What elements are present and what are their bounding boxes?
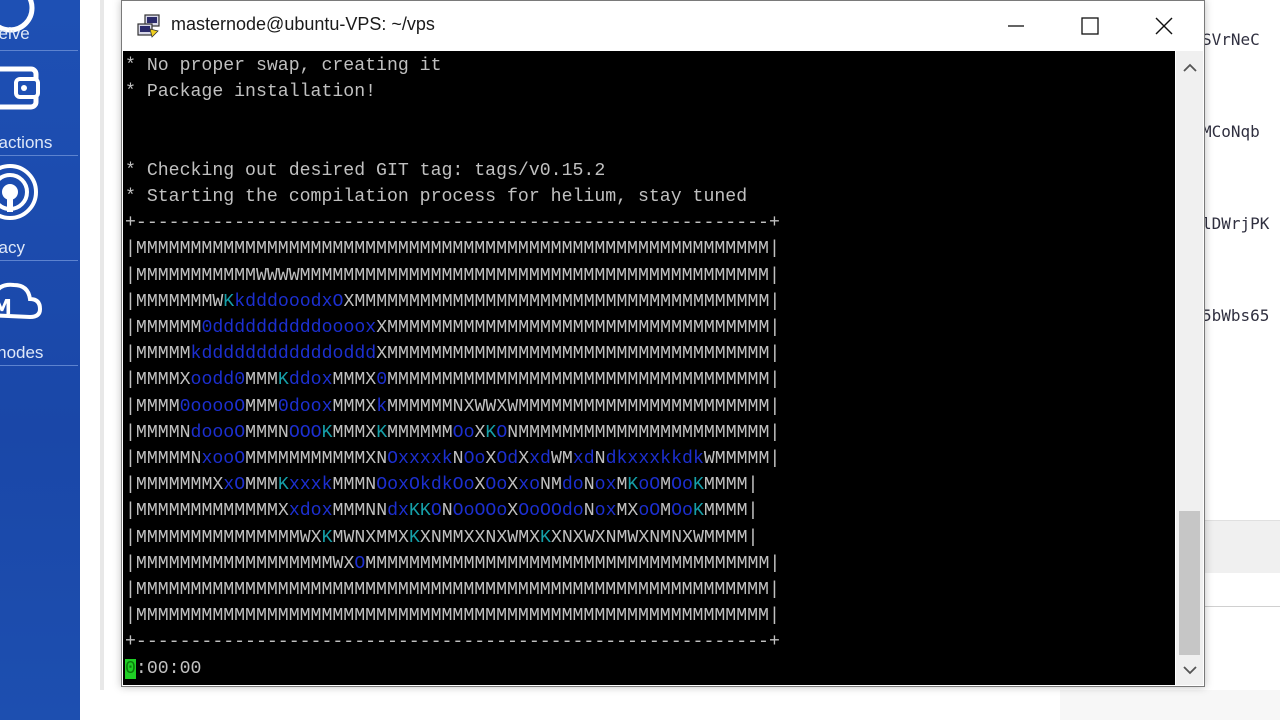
minimize-icon — [1008, 25, 1024, 27]
terminal-line: |MMMMMMMMMMMWWWWMMMMMMMMMMMMMMMMMMMMMMMM… — [125, 265, 780, 286]
sidebar-item-label: ernodes — [0, 343, 44, 362]
scroll-up-button[interactable] — [1176, 55, 1203, 81]
terminal-line: |MMMMXoodd0MMMKddoxMMMX0MMMMMMMMMMMMMMMM… — [125, 370, 781, 391]
scroll-thumb[interactable] — [1179, 511, 1200, 655]
terminal-line: |MMMMMMMMMMMMMMMMMMMMMMMMMMMMMMMMMMMMMMM… — [125, 239, 780, 260]
terminal-line: |MMMMMkddddddddddddodddXMMMMMMMMMMMMMMMM… — [125, 344, 781, 365]
wallet-sidebar: ceive sactions vacy M ernodes — [0, 0, 80, 720]
window-title: masternode@ubuntu-VPS: ~/vps — [171, 14, 435, 34]
masternodes-icon: M — [0, 282, 42, 320]
vertical-scrollbar[interactable] — [1176, 51, 1203, 685]
terminal-line: |MMMMMMMMMMMMMMMMMMMMMMMMMMMMMMMMMMMMMMM… — [125, 580, 780, 600]
sidebar-item-label: vacy — [0, 238, 25, 257]
sidebar-item-label: sactions — [0, 133, 53, 152]
privacy-icon — [0, 164, 38, 220]
maximize-button[interactable] — [1053, 1, 1127, 51]
svg-text:M: M — [0, 295, 12, 319]
sidebar-item-transactions[interactable]: sactions — [0, 51, 78, 156]
terminal-line: +---------------------------------------… — [125, 632, 780, 653]
terminal-line: * Checking out desired GIT tag: tags/v0.… — [125, 160, 606, 181]
sidebar-item-label: ceive — [0, 24, 30, 43]
terminal-line: |MMMMMMMXxOMMMKxxxkMMMNOoxOkdkOoXOoXxoNM… — [125, 475, 759, 496]
terminal-prompt-line: 0:00:00 — [125, 656, 201, 682]
address-text: MCoNqb — [1202, 122, 1260, 141]
background-field — [1204, 520, 1280, 573]
address-text: SVrNeC — [1202, 30, 1260, 49]
prompt-timer: :00:00 — [135, 658, 202, 679]
chevron-down-icon — [1182, 666, 1197, 675]
terminal-line: * Starting the compilation process for h… — [125, 187, 748, 207]
transactions-icon — [0, 66, 40, 110]
terminal-line: |MMMMMMMMMMMMMXxdoxMMMNNdxKKONOoOOoXOoOO… — [125, 501, 759, 522]
sidebar-item-receive[interactable]: ceive — [0, 0, 78, 51]
terminal-line: |MMMMMNxooOMMMMMMMMMMMXNOxxxxkNOoXOdXxdW… — [125, 449, 781, 469]
terminal-line: |MMMMMMMMMMMMMMMMMMMMMMMMMMMMMMMMMMMMMMM… — [125, 606, 780, 627]
putty-icon[interactable] — [136, 13, 162, 39]
terminal-screen[interactable]: * No proper swap, creating it * Package i… — [123, 51, 1175, 685]
scroll-down-button[interactable] — [1176, 657, 1203, 683]
terminal-line: * No proper swap, creating it — [125, 56, 442, 76]
terminal-line: +---------------------------------------… — [125, 213, 780, 234]
sidebar-item-privacy[interactable]: vacy — [0, 156, 78, 261]
divider — [1204, 606, 1280, 607]
chevron-up-icon — [1182, 63, 1197, 72]
address-text: 5bWbs65 — [1202, 306, 1270, 325]
address-text: lDWrjPK — [1202, 214, 1270, 233]
terminal-line: |MMMMNdoooOMMMNOOOKMMMXKMMMMMMOoXKONMMMM… — [125, 422, 781, 443]
putty-window: masternode@ubuntu-VPS: ~/vps * No proper… — [121, 0, 1205, 687]
maximize-icon — [1081, 17, 1099, 35]
title-bar[interactable]: masternode@ubuntu-VPS: ~/vps — [122, 1, 1204, 51]
terminal-line: |MMMMMMMWKkdddooodxOXMMMMMMMMMMMMMMMMMMM… — [125, 291, 781, 312]
close-button[interactable] — [1127, 1, 1201, 51]
terminal-line: |MMMMMM0ddddddddddooooxXMMMMMMMMMMMMMMMM… — [125, 318, 781, 338]
terminal-line: * Package installation! — [125, 82, 377, 103]
background-footer — [1060, 690, 1280, 720]
terminal-line: |MMMMMMMMMMMMMMMWXKMWNXMMXKXNMMXXNXWMXKX… — [125, 527, 759, 548]
minimize-button[interactable] — [979, 1, 1053, 51]
panel-divider — [100, 0, 104, 690]
sidebar-item-masternodes[interactable]: M ernodes — [0, 261, 78, 366]
close-icon — [1155, 17, 1173, 35]
terminal-line: |MMMM0ooooOMMM0dooxMMMXkMMMMMMNXWWXWMMMM… — [125, 396, 781, 417]
terminal-line: |MMMMMMMMMMMMMMMMMMWXOMMMMMMMMMMMMMMMMMM… — [125, 553, 781, 574]
terminal-cursor: 0 — [125, 658, 136, 679]
